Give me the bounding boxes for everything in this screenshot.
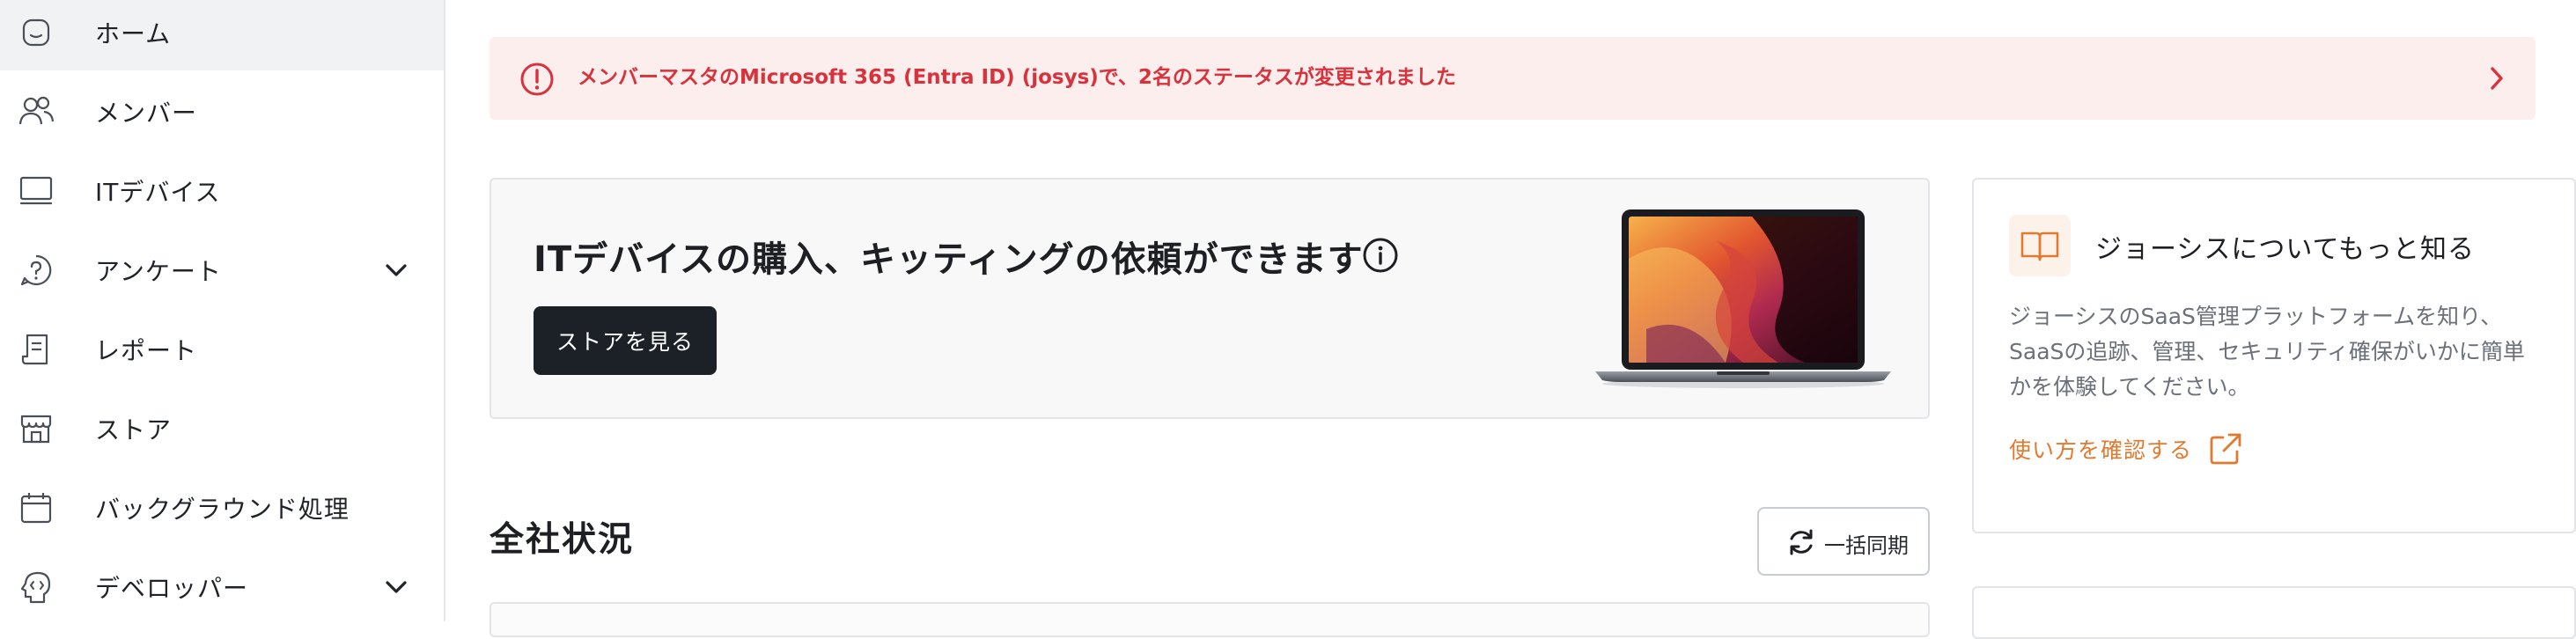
sidebar-item-label: デベロッパー — [95, 574, 249, 603]
learn-more-description: ジョーシスのSaaS管理プラットフォームを知り、SaaSの追跡、管理、セキュリテ… — [2009, 304, 2525, 400]
refresh-icon — [1785, 526, 1817, 558]
chevron-right-icon[interactable] — [2484, 63, 2509, 93]
book-icon — [2009, 215, 2071, 276]
sidebar-item-label: バックグラウンド処理 — [95, 495, 350, 524]
status-change-alert[interactable]: メンバーマスタのMicrosoft 365 (Entra ID) (josys)… — [489, 37, 2536, 120]
bulk-sync-label: 一括同期 — [1824, 533, 1909, 558]
sidebar: ホーム メンバー ITデバイス アンケート レポート ストア バックグラウンド処… — [0, 0, 445, 621]
sidebar-item-developer[interactable]: デベロッパー — [0, 549, 444, 625]
sidebar-item-label: レポート — [95, 336, 198, 365]
sidebar-item-background-jobs[interactable]: バックグラウンド処理 — [0, 470, 444, 546]
store-card-title: ITデバイスの購入、キッティングの依頼ができます — [534, 239, 1364, 280]
alert-message: メンバーマスタのMicrosoft 365 (Entra ID) (josys)… — [578, 66, 1456, 89]
store-icon — [18, 410, 55, 447]
secondary-card — [1972, 586, 2576, 639]
sidebar-item-store[interactable]: ストア — [0, 391, 444, 466]
chevron-down-icon[interactable] — [380, 254, 412, 286]
company-status-card — [489, 602, 1930, 637]
developer-icon — [18, 569, 55, 606]
page-section-title: 全社状況 — [489, 520, 635, 560]
laptop-icon — [18, 173, 55, 209]
home-icon — [18, 14, 55, 51]
how-to-use-link-label: 使い方を確認する — [2009, 437, 2193, 463]
sidebar-item-label: ストア — [95, 415, 173, 444]
sidebar-item-members[interactable]: メンバー — [0, 74, 444, 150]
sidebar-item-it-devices[interactable]: ITデバイス — [0, 153, 444, 229]
view-store-button[interactable]: ストアを見る — [534, 306, 717, 375]
members-icon — [18, 93, 55, 130]
laptop-image — [1593, 206, 1893, 391]
external-link-icon — [2208, 431, 2243, 466]
calendar-icon — [18, 489, 55, 526]
sidebar-item-survey[interactable]: アンケート — [0, 232, 444, 308]
sidebar-item-label: アンケート — [95, 257, 222, 286]
alert-circle-icon — [519, 62, 555, 97]
sidebar-item-label: ITデバイス — [95, 178, 221, 207]
report-icon — [18, 331, 55, 368]
how-to-use-link[interactable]: 使い方を確認する — [2009, 430, 2243, 468]
info-icon[interactable] — [1361, 236, 1400, 275]
question-icon — [18, 252, 55, 289]
bulk-sync-button[interactable]: 一括同期 — [1757, 507, 1930, 576]
sidebar-item-label: メンバー — [95, 99, 198, 128]
sidebar-item-home[interactable]: ホーム — [0, 0, 444, 70]
sidebar-item-report[interactable]: レポート — [0, 312, 444, 387]
learn-more-card: ジョーシスについてもっと知る ジョーシスのSaaS管理プラットフォームを知り、S… — [1972, 178, 2576, 533]
sidebar-item-label: ホーム — [95, 19, 172, 48]
learn-more-title: ジョーシスについてもっと知る — [2095, 234, 2475, 265]
store-promo-card: ITデバイスの購入、キッティングの依頼ができます ストアを見る — [489, 178, 1930, 419]
chevron-down-icon[interactable] — [380, 571, 412, 603]
